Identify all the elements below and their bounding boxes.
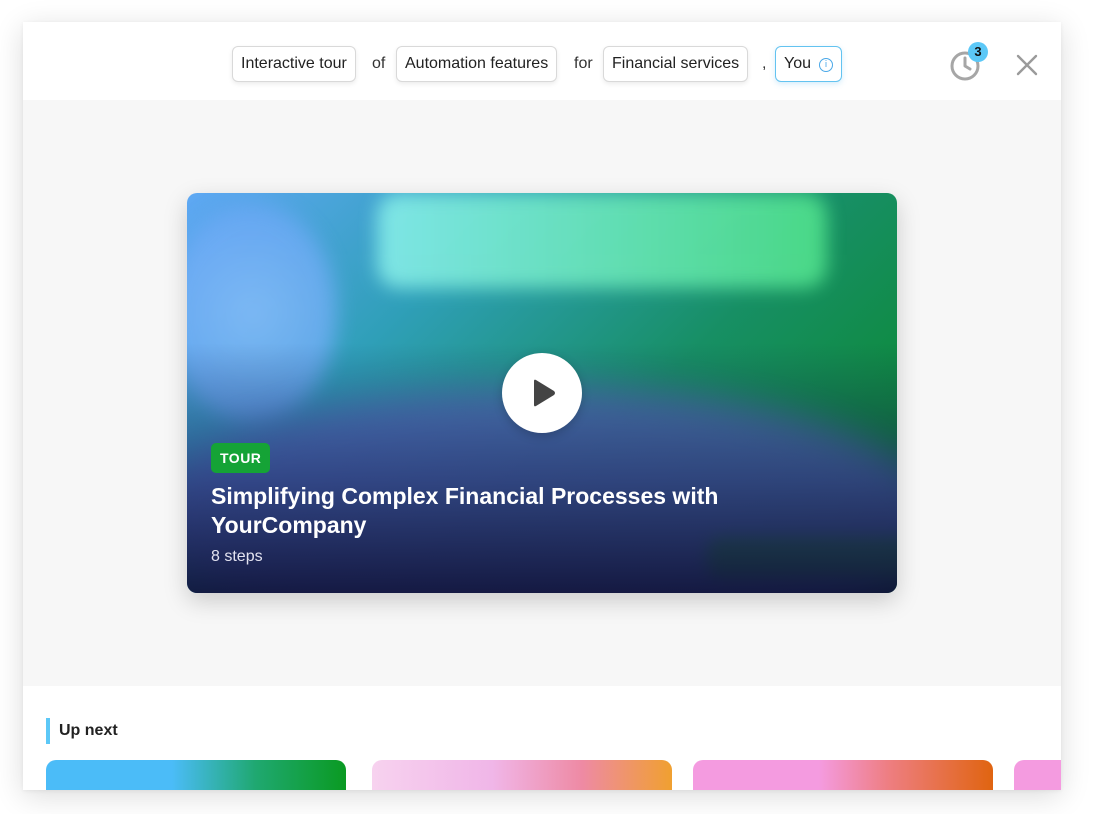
header-bar: Interactive tour of Automation features …: [23, 22, 1061, 100]
tour-step-count: 8 steps: [211, 548, 263, 565]
close-icon: [1016, 54, 1038, 76]
joiner-for: for: [574, 55, 593, 72]
play-button[interactable]: [502, 353, 582, 433]
chip-audience[interactable]: You i: [775, 46, 842, 82]
history-button[interactable]: 3: [947, 42, 988, 84]
joiner-comma: ,: [762, 55, 767, 72]
up-next-card[interactable]: [372, 760, 672, 790]
tour-title: Simplifying Complex Financial Processes …: [211, 483, 719, 538]
chip-audience-label: You: [784, 55, 811, 72]
up-next-card[interactable]: [693, 760, 993, 790]
chip-content-type[interactable]: Interactive tour: [232, 46, 356, 82]
preview-blur-shape: [377, 193, 827, 288]
content-type-tag: TOUR: [211, 443, 271, 473]
joiner-of: of: [372, 55, 386, 72]
up-next-card[interactable]: [46, 760, 346, 790]
up-next-heading: Up next: [46, 718, 118, 744]
history-count-badge: 3: [968, 42, 988, 62]
tour-stage: TOUR Simplifying Complex Financial Proce…: [23, 100, 1061, 686]
close-button[interactable]: [1015, 53, 1039, 77]
info-icon[interactable]: i: [819, 58, 833, 72]
featured-tour-card[interactable]: TOUR Simplifying Complex Financial Proce…: [187, 193, 897, 593]
chip-topic[interactable]: Automation features: [396, 46, 558, 82]
tour-player-modal: Interactive tour of Automation features …: [23, 22, 1061, 790]
chip-industry[interactable]: Financial services: [603, 46, 749, 82]
up-next-card[interactable]: [1014, 760, 1061, 790]
play-icon: [534, 379, 555, 407]
